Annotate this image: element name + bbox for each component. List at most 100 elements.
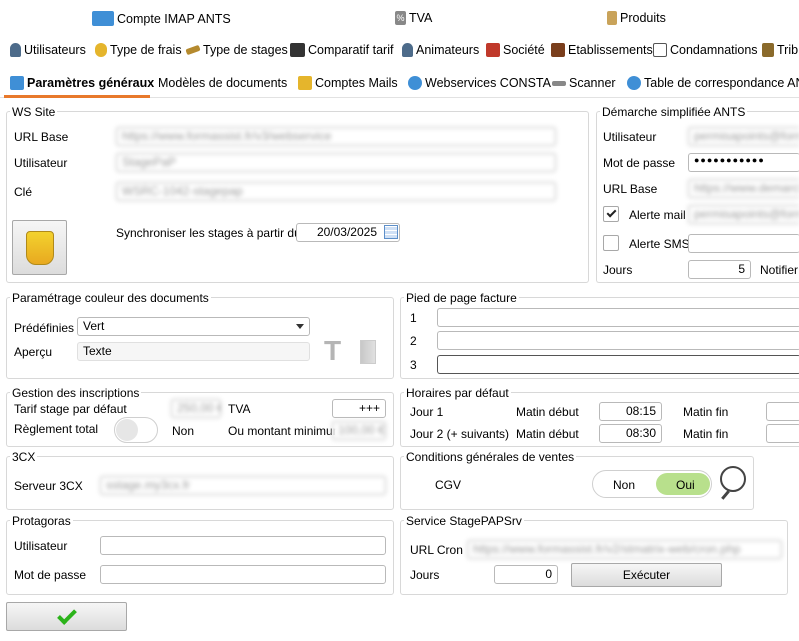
ants-url-input[interactable]: https://www.demarches — [688, 179, 799, 198]
alert-mail-label: Alerte mail — [629, 208, 686, 222]
percent-icon: % — [395, 11, 406, 25]
footer-line-1-label: 1 — [410, 311, 417, 325]
footer-line-3-label: 3 — [410, 358, 417, 372]
jour2-start-label: Matin début — [516, 427, 579, 441]
horaires-title: Horaires par défaut — [404, 386, 511, 400]
scales-icon — [653, 43, 667, 57]
alert-sms-checkbox[interactable] — [603, 235, 619, 251]
ws-site-title: WS Site — [10, 105, 58, 119]
predef-select[interactable]: Vert — [77, 317, 310, 336]
tab-type-de-stages[interactable]: Type de stages — [185, 43, 288, 57]
tab-parametres-generaux[interactable]: Paramètres généraux — [10, 76, 154, 90]
share-icon — [408, 76, 422, 90]
footer-line-3-input[interactable] — [437, 355, 799, 374]
tab-compte-imap[interactable]: Compte IMAP ANTS — [92, 11, 231, 26]
jour2-label: Jour 2 (+ suivants) — [410, 427, 510, 441]
min-label: Ou montant minimum — [228, 424, 343, 438]
tab-bar-row-2: Utilisateurs Type de frais Type de stage… — [0, 36, 799, 68]
checkmark-icon — [606, 207, 616, 218]
protagoras-user-label: Utilisateur — [14, 539, 68, 553]
jour2-start-input[interactable]: 08:30 — [599, 424, 662, 443]
tab-etablissements[interactable]: Etablissements — [551, 43, 653, 57]
tva-label: TVA — [228, 402, 251, 416]
bag-icon — [607, 11, 617, 25]
ants-days-label: Jours — [603, 263, 633, 277]
cron-url-label: URL Cron — [410, 543, 463, 557]
tab-comparatif-tarif[interactable]: Comparatif tarif — [290, 43, 393, 57]
protagoras-pass-input[interactable] — [100, 565, 386, 584]
tab-webservices-consta[interactable]: Webservices CONSTA — [408, 76, 551, 90]
validate-button[interactable] — [6, 602, 127, 631]
ants-user-input[interactable]: permisapoints@formassist — [688, 127, 799, 146]
reglement-toggle[interactable] — [114, 417, 158, 443]
cle-input[interactable]: WSRC-1042-stagepap — [116, 182, 556, 201]
notify-label: Notifier — [760, 263, 799, 277]
reglement-state: Non — [172, 424, 195, 438]
utilisateur-input[interactable]: StagePaP — [116, 153, 556, 172]
background-color-icon[interactable] — [360, 340, 376, 364]
jour1-start-input[interactable]: 08:15 — [599, 402, 662, 421]
chevron-down-icon — [296, 324, 304, 329]
settings-icon — [10, 76, 24, 90]
alert-mail-checkbox[interactable] — [603, 206, 619, 222]
service-days-label: Jours — [410, 568, 440, 582]
calendar-icon[interactable] — [384, 225, 398, 239]
sync-label: Synchroniser les stages à partir du — [116, 226, 301, 240]
tab-comptes-mails[interactable]: Comptes Mails — [298, 76, 398, 90]
tab-scanner[interactable]: Scanner — [552, 76, 616, 90]
tab-condamnations[interactable]: Condamnations — [653, 43, 758, 57]
tab-bar-row-3: Paramètres généraux Modèles de documents… — [0, 68, 799, 98]
footer-line-2-input[interactable] — [437, 331, 799, 350]
min-input[interactable]: 100,00 € — [332, 421, 386, 440]
active-tab-indicator — [4, 95, 150, 98]
jour1-start-label: Matin début — [516, 405, 579, 419]
magnifier-icon[interactable] — [720, 466, 746, 492]
jour2-end-input[interactable] — [766, 424, 799, 443]
sync-button[interactable] — [12, 220, 67, 275]
tab-tva[interactable]: % TVA — [395, 11, 432, 25]
jour1-end-input[interactable] — [766, 402, 799, 421]
url-base-label: URL Base — [14, 130, 69, 144]
tab-bar-row-1: Compte IMAP ANTS % TVA Produits — [0, 0, 799, 36]
tab-animateurs[interactable]: Animateurs — [402, 43, 479, 57]
building-icon — [551, 43, 565, 57]
tab-utilisateurs[interactable]: Utilisateurs — [10, 43, 86, 57]
service-days-input[interactable]: 0 — [494, 565, 558, 584]
ants-user-label: Utilisateur — [603, 130, 657, 144]
tab-societe[interactable]: Société — [486, 43, 545, 57]
inscriptions-title: Gestion des inscriptions — [10, 386, 142, 400]
tab-modeles-de-documents[interactable]: Modèles de documents — [158, 76, 287, 90]
alert-sms-input[interactable] — [688, 234, 799, 253]
server-3cx-input[interactable]: sstage.my3cx.fr — [100, 476, 386, 495]
cron-url-input[interactable]: https://www.formassist.fr/v2/stmatrix-we… — [467, 540, 782, 559]
alert-sms-label: Alerte SMS — [629, 237, 690, 251]
execute-button[interactable]: Exécuter — [571, 563, 722, 587]
tab-produits[interactable]: Produits — [607, 11, 666, 25]
cgv-toggle[interactable]: Non Oui — [592, 470, 712, 498]
cgv-on-label: Oui — [676, 478, 695, 492]
ants-password-input[interactable]: ●●●●●●●●●●● — [688, 153, 799, 172]
tab-table-de-correspondance[interactable]: Table de correspondance ANTS — [627, 76, 799, 90]
preview-label: Aperçu — [14, 345, 53, 359]
tab-type-de-frais[interactable]: Type de frais — [95, 43, 182, 57]
protagoras-user-input[interactable] — [100, 536, 386, 555]
alert-mail-input[interactable]: permisapoints@formassist — [688, 205, 799, 224]
broom-bucket-icon — [25, 230, 54, 265]
doc-color-title: Paramétrage couleur des documents — [10, 291, 211, 305]
share-icon — [627, 76, 641, 90]
footer-line-1-input[interactable] — [437, 308, 799, 327]
jour2-end-label: Matin fin — [683, 427, 729, 441]
checkmark-icon — [56, 604, 77, 625]
tva-input[interactable]: +++ — [332, 399, 386, 418]
user-icon — [10, 43, 21, 57]
preview-box: Texte — [77, 342, 310, 361]
envelope-icon — [92, 11, 114, 26]
ants-title: Démarche simplifiée ANTS — [600, 105, 748, 119]
text-color-icon[interactable]: T — [324, 336, 341, 366]
people-icon — [290, 43, 305, 57]
tarif-input[interactable]: 250,00 € — [171, 399, 221, 418]
pencil-icon — [185, 44, 201, 56]
ants-days-input[interactable]: 5 — [688, 260, 751, 279]
tab-trib[interactable]: Trib — [762, 43, 798, 57]
url-base-input[interactable]: https://www.formassist.fr/v3/webservice — [116, 127, 556, 146]
